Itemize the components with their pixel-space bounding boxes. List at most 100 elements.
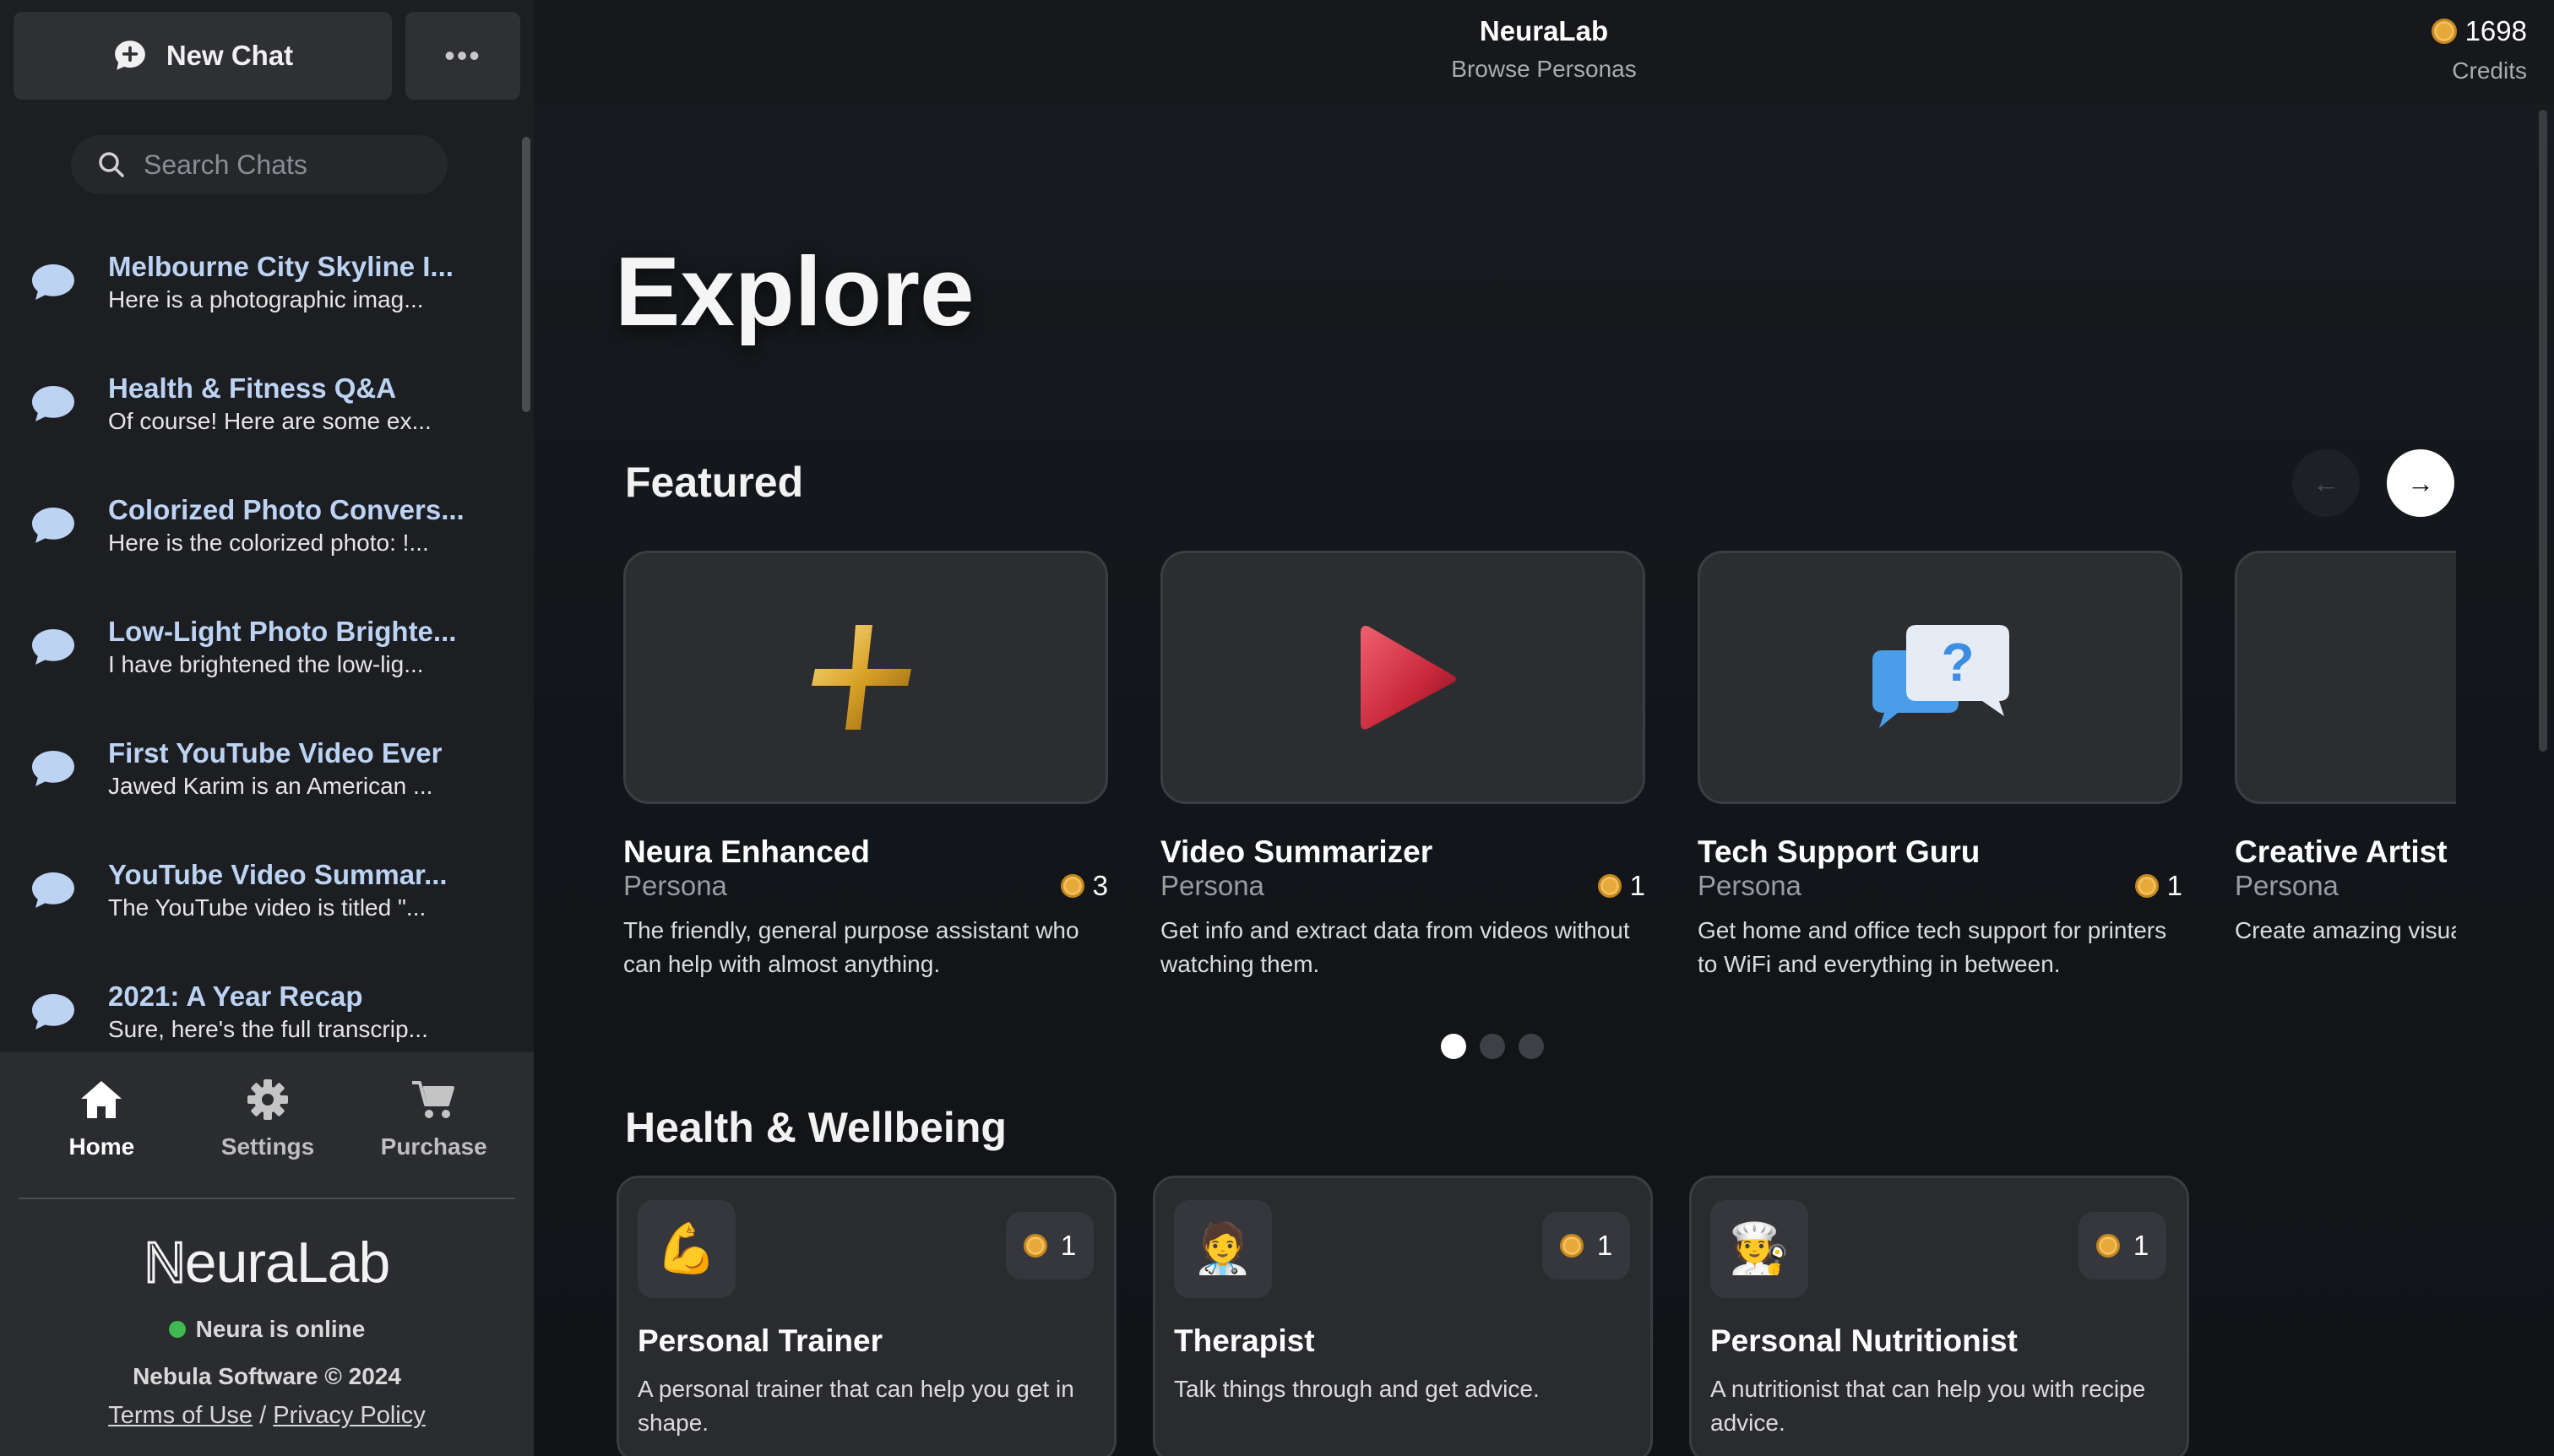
featured-card-description: Create amazing visua creative muse.: [2235, 917, 2456, 943]
chat-list-item[interactable]: Colorized Photo Convers... Here is the c…: [0, 465, 520, 586]
chat-title: Health & Fitness Q&A: [108, 372, 397, 404]
featured-card-name: Neura Enhanced: [623, 834, 870, 869]
featured-card-type: Persona: [1160, 870, 1264, 901]
persona-description: Talk things through and get advice.: [1174, 1376, 1540, 1402]
featured-card-cost: 1: [1629, 870, 1645, 901]
app-title: NeuraLab: [1479, 15, 1609, 46]
ellipsis-icon: •••: [444, 38, 481, 73]
logo-n: N: [143, 1230, 187, 1296]
featured-card-cost: 1: [2166, 870, 2182, 901]
terms-link[interactable]: Terms of Use: [108, 1402, 253, 1429]
persona-card[interactable]: 💪 1 Personal Trainer A personal trainer …: [617, 1176, 1117, 1456]
persona-name: Personal Nutritionist: [1710, 1323, 2018, 1358]
new-chat-label: New Chat: [166, 40, 294, 71]
persona-cost: 1: [2079, 1212, 2166, 1279]
chat-bubble-icon: [32, 386, 74, 421]
more-options-button[interactable]: •••: [405, 12, 520, 100]
featured-card-type: Persona: [623, 870, 727, 901]
health-heading: Health & Wellbeing: [625, 1104, 1007, 1151]
gold-plus-icon: [812, 625, 911, 730]
featured-card-description: The friendly, general purpose assistant …: [623, 917, 1079, 977]
carousel-next-button[interactable]: →: [2387, 449, 2454, 517]
chat-preview: Here is a photographic imag...: [108, 286, 424, 312]
nav-settings-label: Settings: [220, 1133, 315, 1160]
chat-bubble-icon: [32, 264, 74, 300]
sidebar-scrollbar[interactable]: [522, 137, 530, 412]
featured-card-cost: 3: [1092, 870, 1108, 901]
search-chats-box[interactable]: [71, 135, 448, 194]
bottom-nav: Home Settings Purchase: [19, 1078, 517, 1171]
featured-card-image: ?: [1698, 551, 2182, 804]
chat-bubble-icon: [32, 994, 74, 1030]
privacy-link[interactable]: Privacy Policy: [273, 1402, 426, 1429]
credits-label: Credits: [2452, 57, 2527, 84]
chat-bubble-icon: [32, 508, 74, 543]
persona-cost: 1: [1006, 1212, 1094, 1279]
featured-card-type: Persona: [2235, 870, 2339, 901]
home-icon: [81, 1081, 122, 1118]
chat-preview: I have brightened the low-lig...: [108, 651, 424, 677]
cook-icon: 🧑‍🍳: [1710, 1200, 1808, 1298]
search-icon: [99, 152, 124, 177]
main-scrollbar[interactable]: [2539, 110, 2547, 752]
persona-cost-value: 1: [1596, 1230, 1613, 1261]
help-bubbles-icon: ?: [1872, 625, 2009, 728]
search-input[interactable]: [144, 149, 431, 181]
featured-card-image: [623, 551, 1108, 804]
pagination-dot[interactable]: [1480, 1034, 1505, 1059]
featured-card-image: [2235, 551, 2456, 804]
persona-cost-value: 1: [2133, 1230, 2149, 1261]
carousel-prev-button[interactable]: ←: [2292, 449, 2360, 517]
chat-title: Melbourne City Skyline I...: [108, 251, 454, 282]
carousel-pagination: [1441, 1034, 1544, 1059]
nav-purchase-label: Purchase: [380, 1133, 487, 1160]
chat-list-item[interactable]: First YouTube Video Ever Jawed Karim is …: [0, 708, 520, 829]
nav-purchase[interactable]: Purchase: [350, 1078, 517, 1171]
divider: [19, 1198, 515, 1199]
persona-cost-value: 1: [1060, 1230, 1077, 1261]
nav-settings[interactable]: Settings: [185, 1078, 351, 1171]
credits-display[interactable]: 1698 Credits: [2431, 15, 2527, 84]
chat-bubble-icon: [32, 629, 74, 665]
coin-icon: [1559, 1234, 1584, 1258]
persona-card[interactable]: 🧑‍⚕️ 1 Therapist Talk things through and…: [1153, 1176, 1653, 1456]
persona-name: Personal Trainer: [638, 1323, 883, 1358]
coin-icon: [2134, 874, 2159, 898]
chat-title: First YouTube Video Ever: [108, 737, 443, 769]
new-chat-button[interactable]: New Chat: [14, 12, 392, 100]
coin-icon: [2095, 1234, 2120, 1258]
chat-title: 2021: A Year Recap: [108, 981, 363, 1012]
chat-list-item[interactable]: Health & Fitness Q&A Of course! Here are…: [0, 343, 520, 465]
chat-list-item[interactable]: YouTube Video Summar... The YouTube vide…: [0, 829, 520, 951]
copyright: Nebula Software © 2024: [133, 1363, 401, 1389]
arrow-right-icon: →: [2407, 467, 2434, 498]
sidebar: New Chat ••• Melbourne City Skyline I...…: [0, 0, 534, 1456]
chat-title: Colorized Photo Convers...: [108, 494, 465, 525]
featured-card-description: Get home and office tech support for pri…: [1698, 917, 2167, 977]
featured-card[interactable]: ? Tech Support Guru Persona 1 Get home a…: [1698, 551, 2182, 981]
coin-icon: [1060, 874, 1084, 898]
chat-list-item[interactable]: Melbourne City Skyline I... Here is a ph…: [0, 221, 520, 343]
page-title: Explore: [615, 236, 975, 346]
coin-icon: [1597, 874, 1622, 898]
chat-title: Low-Light Photo Brighte...: [108, 616, 457, 647]
persona-card[interactable]: 🧑‍🍳 1 Personal Nutritionist A nutritioni…: [1689, 1176, 2189, 1456]
persona-description: A nutritionist that can help you with re…: [1710, 1376, 2146, 1436]
featured-card[interactable]: Creative Artist Persona Create amazing v…: [2235, 551, 2456, 948]
top-bar: NeuraLab Browse Personas 1698 Credits: [534, 0, 2554, 106]
nav-home[interactable]: Home: [19, 1078, 185, 1171]
featured-card[interactable]: Video Summarizer Persona 1 Get info and …: [1160, 551, 1645, 981]
persona-name: Therapist: [1174, 1323, 1315, 1358]
featured-card[interactable]: Neura Enhanced Persona 3 The friendly, g…: [623, 551, 1108, 981]
chat-preview: Sure, here's the full transcrip...: [108, 1016, 428, 1042]
red-play-icon: [1361, 626, 1456, 730]
pagination-dot[interactable]: [1441, 1034, 1466, 1059]
sidebar-footer: Home Settings Purchase NeuraLab Neura is…: [0, 1052, 534, 1456]
svg-text:?: ?: [1941, 632, 1974, 693]
legal-links: Terms of Use / Privacy Policy: [0, 1402, 534, 1430]
legal-separator: /: [259, 1402, 267, 1429]
pagination-dot[interactable]: [1519, 1034, 1544, 1059]
cart-icon: [411, 1081, 454, 1118]
featured-card-name: Creative Artist: [2235, 834, 2448, 869]
chat-list-item[interactable]: Low-Light Photo Brighte... I have bright…: [0, 586, 520, 708]
